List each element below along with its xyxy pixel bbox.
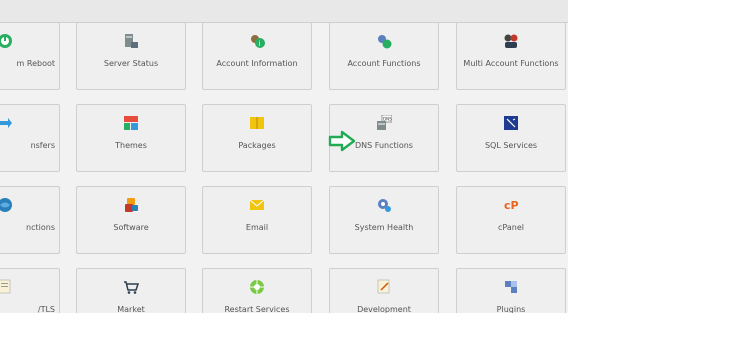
tile-sql-services[interactable]: SQL Services — [456, 104, 566, 172]
power-icon — [0, 34, 12, 48]
server-icon — [125, 34, 138, 48]
tile-plugins[interactable]: Plugins — [456, 268, 566, 313]
tile-ssl-tls[interactable]: /TLS — [0, 268, 60, 313]
account-info-icon: i — [251, 35, 265, 48]
tile-system-health[interactable]: System Health — [329, 186, 439, 254]
tile-server-status[interactable]: Server Status — [76, 22, 186, 90]
cart-icon — [124, 281, 139, 294]
tile-themes[interactable]: Themes — [76, 104, 186, 172]
system-health-icon — [378, 199, 391, 212]
top-bar — [0, 0, 568, 23]
software-icon — [125, 198, 138, 212]
svg-text:DNS: DNS — [383, 117, 392, 122]
email-icon — [249, 199, 265, 210]
tile-market[interactable]: Market — [76, 268, 186, 313]
tile-packages[interactable]: Packages — [202, 104, 312, 172]
restart-icon — [250, 280, 264, 294]
home-icon-grid: m Reboot Server Status i Account Informa… — [0, 0, 568, 313]
globe-icon — [0, 198, 12, 212]
pointer-arrow-icon — [328, 130, 356, 152]
multi-account-icon — [504, 34, 518, 48]
svg-text:cP: cP — [504, 199, 519, 212]
tile-ip-functions[interactable]: nctions — [0, 186, 60, 254]
account-functions-icon — [378, 35, 392, 49]
sql-icon — [504, 116, 518, 130]
cpanel-icon: cP — [504, 199, 519, 212]
tile-software[interactable]: Software — [76, 186, 186, 254]
development-icon — [377, 279, 390, 294]
tile-restart-services[interactable]: Restart Services — [202, 268, 312, 313]
tile-graceful-reboot[interactable]: m Reboot — [0, 22, 60, 90]
tile-cpanel[interactable]: cP cPanel — [456, 186, 566, 254]
certificate-icon — [0, 279, 11, 294]
plugin-icon — [505, 281, 517, 293]
package-icon — [250, 117, 264, 129]
svg-text:i: i — [259, 40, 261, 48]
tile-email[interactable]: Email — [202, 186, 312, 254]
tile-account-functions[interactable]: Account Functions — [329, 22, 439, 90]
tile-transfers[interactable]: nsfers — [0, 104, 60, 172]
tile-multi-account-functions[interactable]: Multi Account Functions — [456, 22, 566, 90]
tile-account-information[interactable]: i Account Information — [202, 22, 312, 90]
tile-development[interactable]: Development — [329, 268, 439, 313]
transfer-icon — [0, 118, 12, 128]
themes-icon — [124, 116, 138, 130]
dns-icon: DNS — [377, 115, 392, 130]
